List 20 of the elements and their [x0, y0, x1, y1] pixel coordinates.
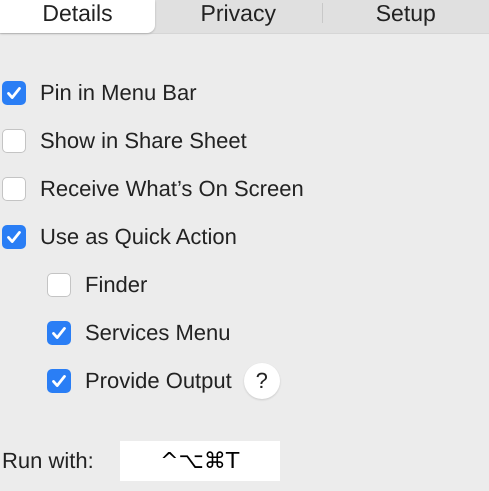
tab[interactable]: Setup: [322, 0, 489, 33]
checkbox-label: Use as Quick Action: [40, 224, 237, 250]
checkbox-label: Provide Output: [85, 368, 232, 394]
checkbox[interactable]: [2, 225, 26, 249]
run-with-label: Run with:: [2, 448, 94, 474]
checkbox-label: Show in Share Sheet: [40, 128, 247, 154]
checkbox[interactable]: [2, 177, 26, 201]
checkbox-label: Services Menu: [85, 320, 231, 346]
checkbox[interactable]: [2, 81, 26, 105]
checkbox-label: Finder: [85, 272, 148, 298]
checkbox[interactable]: [47, 369, 71, 393]
tab[interactable]: Privacy: [155, 0, 322, 33]
checkbox[interactable]: [47, 273, 71, 297]
tab[interactable]: Details: [0, 0, 155, 33]
checkbox-label: Receive What’s On Screen: [40, 176, 304, 202]
checkbox[interactable]: [2, 129, 26, 153]
help-button[interactable]: ?: [244, 363, 280, 399]
shortcut-field[interactable]: ^⌥⌘T: [120, 441, 280, 481]
checkbox-label: Pin in Menu Bar: [40, 80, 197, 106]
checkbox[interactable]: [47, 321, 71, 345]
